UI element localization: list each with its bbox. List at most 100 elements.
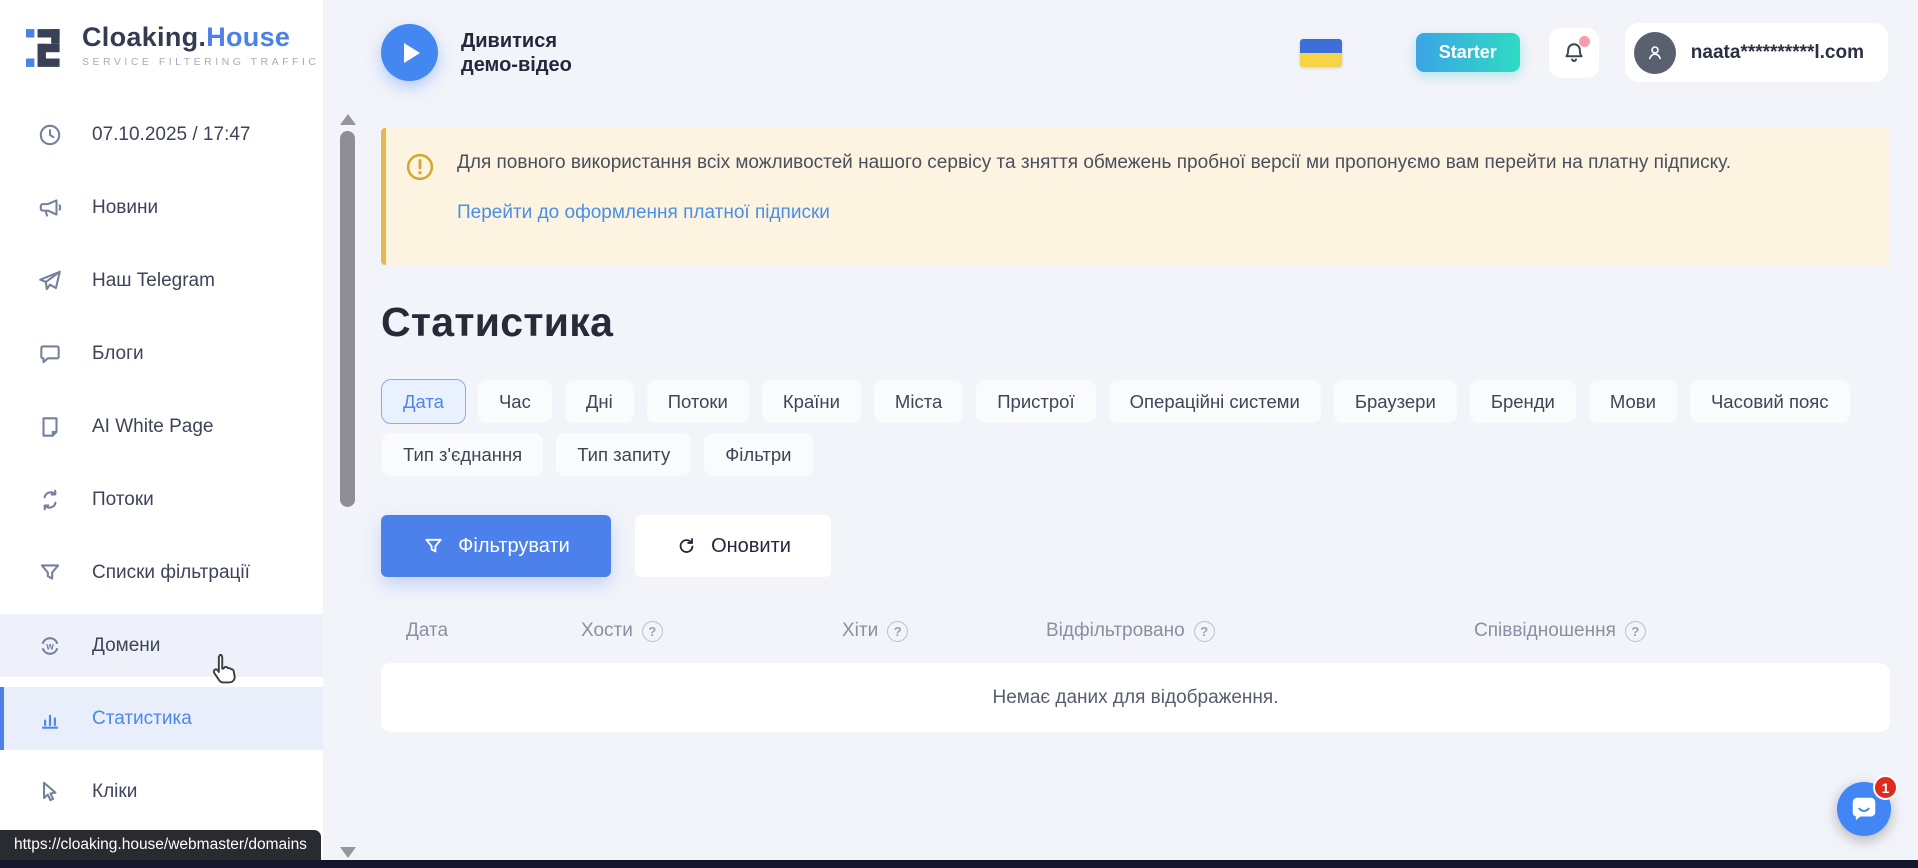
help-icon[interactable]: ? [1194, 621, 1215, 642]
filter-chip-devices[interactable]: Пристрої [975, 379, 1096, 424]
demo-video-label-line2: демо-відео [461, 53, 572, 77]
content: Для повного використання всіх можливосте… [323, 128, 1918, 732]
filter-chip-date[interactable]: Дата [381, 379, 466, 424]
flag-blue-stripe [1300, 39, 1342, 53]
clock-icon [37, 122, 63, 148]
sidebar-item-label: Потоки [92, 489, 154, 511]
refresh-button[interactable]: Оновити [635, 515, 831, 577]
column-label: Відфільтровано [1046, 620, 1185, 642]
sync-arrows-icon [37, 487, 63, 513]
avatar [1634, 32, 1676, 74]
column-header-hits: Хіти ? [842, 620, 1046, 642]
chat-bubble-icon [37, 341, 63, 367]
sidebar-item-label: 07.10.2025 / 17:47 [92, 124, 250, 146]
sidebar-item-label: Кліки [92, 781, 137, 803]
funnel-icon [37, 560, 63, 586]
filter-chips-row-1: Дата Час Дні Потоки Країни Міста Пристро… [381, 379, 1890, 424]
help-icon[interactable]: ? [887, 621, 908, 642]
filter-chip-request-type[interactable]: Тип запиту [555, 432, 692, 477]
sidebar-item-domains[interactable]: w Домени [0, 614, 323, 677]
column-label: Дата [406, 620, 448, 642]
chat-unread-badge: 1 [1873, 775, 1898, 800]
page-title: Статистика [381, 299, 1890, 346]
demo-video-label[interactable]: Дивитися демо-відео [461, 29, 572, 77]
sidebar-item-datetime: 07.10.2025 / 17:47 [0, 103, 323, 166]
filter-chip-operating-systems[interactable]: Операційні системи [1108, 379, 1322, 424]
notifications-button[interactable] [1549, 28, 1599, 78]
filter-chip-connection-type[interactable]: Тип з'єднання [381, 432, 544, 477]
page-icon [37, 414, 63, 440]
subscription-link[interactable]: Перейти до оформлення платної підписки [457, 202, 830, 224]
filter-chip-languages[interactable]: Мови [1588, 379, 1678, 424]
svg-text:w: w [45, 641, 54, 652]
sidebar-item-telegram[interactable]: Наш Telegram [0, 249, 323, 312]
user-email: naata**********l.com [1691, 42, 1864, 64]
webmaster-globe-icon: w [37, 633, 63, 659]
logo[interactable]: Cloaking.House SERVICE FILTERING TRAFFIC [0, 0, 323, 71]
warning-icon [405, 152, 435, 182]
trial-warning-banner: Для повного використання всіх можливосте… [381, 128, 1890, 265]
banner-text: Для повного використання всіх можливосте… [457, 151, 1731, 175]
banner-body: Для повного використання всіх можливосте… [457, 151, 1731, 241]
mouse-hand-cursor [207, 652, 241, 690]
column-header-ratio: Співвідношення ? [1474, 620, 1865, 642]
brand-tagline: SERVICE FILTERING TRAFFIC [82, 56, 319, 68]
filter-chip-timezone[interactable]: Часовий пояс [1689, 379, 1851, 424]
cursor-arrow-icon [37, 779, 63, 805]
column-header-hosts: Хости ? [581, 620, 842, 642]
refresh-icon [675, 535, 698, 558]
sidebar-item-streams[interactable]: Потоки [0, 468, 323, 531]
actions-row: Фільтрувати Оновити [381, 515, 1890, 577]
sidebar-item-label: Блоги [92, 343, 144, 365]
user-account-menu[interactable]: naata**********l.com [1625, 23, 1888, 82]
sidebar-nav: 07.10.2025 / 17:47 Новини Наш Telegram Б… [0, 103, 323, 823]
sidebar-item-blogs[interactable]: Блоги [0, 322, 323, 385]
filter-chip-filters[interactable]: Фільтри [703, 432, 813, 477]
demo-video-label-line1: Дивитися [461, 29, 572, 53]
sidebar-item-filter-lists[interactable]: Списки фільтрації [0, 541, 323, 604]
sidebar-item-label: Домени [92, 635, 160, 657]
bottom-edge-strip [0, 860, 1918, 868]
filter-chip-days[interactable]: Дні [564, 379, 635, 424]
sidebar-item-ai-white-page[interactable]: AI White Page [0, 395, 323, 458]
plan-starter-button[interactable]: Starter [1416, 33, 1520, 72]
column-label: Хіти [842, 620, 878, 642]
person-icon [1643, 41, 1667, 65]
main-area: Дивитися демо-відео Starter naata*******… [323, 0, 1918, 860]
language-flag-ukraine[interactable] [1300, 39, 1342, 67]
link-preview-statusbar: https://cloaking.house/webmaster/domains [0, 830, 321, 860]
filter-chip-countries[interactable]: Країни [761, 379, 862, 424]
bar-chart-icon [37, 706, 63, 732]
empty-state-text: Немає даних для відображення. [993, 687, 1279, 709]
filter-chip-brands[interactable]: Бренди [1469, 379, 1577, 424]
logo-text: Cloaking.House SERVICE FILTERING TRAFFIC [82, 22, 319, 68]
help-icon[interactable]: ? [642, 621, 663, 642]
play-icon [404, 43, 420, 63]
filter-button[interactable]: Фільтрувати [381, 515, 611, 577]
megaphone-icon [37, 195, 63, 221]
filter-chip-cities[interactable]: Міста [873, 379, 964, 424]
sidebar-item-label: AI White Page [92, 416, 213, 438]
sidebar-item-label: Статистика [92, 708, 192, 730]
topbar: Дивитися демо-відео Starter naata*******… [323, 0, 1918, 105]
help-icon[interactable]: ? [1625, 621, 1646, 642]
sidebar-item-clicks[interactable]: Кліки [0, 760, 323, 823]
flag-yellow-stripe [1300, 53, 1342, 67]
sidebar: Cloaking.House SERVICE FILTERING TRAFFIC… [0, 0, 323, 860]
sidebar-item-label: Новини [92, 197, 158, 219]
filter-chip-browsers[interactable]: Браузери [1333, 379, 1458, 424]
chat-smile-icon [1849, 794, 1879, 824]
sidebar-item-news[interactable]: Новини [0, 176, 323, 239]
cloaking-house-logo-icon [26, 25, 68, 71]
filter-chip-streams[interactable]: Потоки [646, 379, 750, 424]
empty-state-card: Немає даних для відображення. [381, 663, 1890, 732]
column-label: Співвідношення [1474, 620, 1616, 642]
paper-plane-icon [37, 268, 63, 294]
filter-chip-time[interactable]: Час [477, 379, 553, 424]
filter-button-label: Фільтрувати [458, 535, 570, 558]
sidebar-item-statistics[interactable]: Статистика [0, 687, 323, 750]
chat-widget-button[interactable]: 1 [1837, 782, 1891, 836]
demo-video-play-button[interactable] [381, 24, 438, 81]
brand-name: Cloaking.House [82, 22, 319, 53]
filter-chips-row-2: Тип з'єднання Тип запиту Фільтри [381, 432, 1890, 477]
